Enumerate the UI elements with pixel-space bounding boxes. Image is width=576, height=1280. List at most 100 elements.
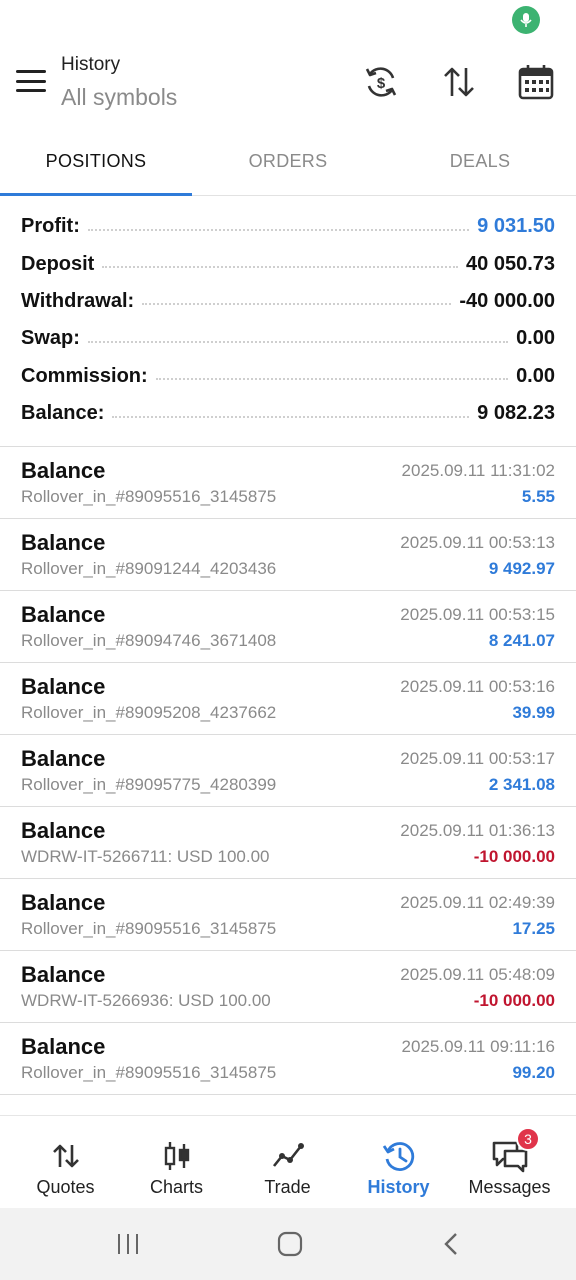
deal-type: Balance xyxy=(21,674,106,699)
deal-type: Balance xyxy=(21,602,106,627)
summary-row-swap: Swap: 0.00 xyxy=(0,320,576,357)
deal-comment: WDRW-IT-5266711: USD 100.00 xyxy=(21,847,270,866)
withdrawal-value: -40 000.00 xyxy=(451,289,555,313)
deal-amount: 17.25 xyxy=(512,919,555,938)
history-clock-icon xyxy=(379,1138,419,1174)
withdrawal-label: Withdrawal: xyxy=(21,289,143,313)
summary-row-profit: Profit: 9 031.50 xyxy=(0,208,576,245)
deal-type: Balance xyxy=(21,962,106,987)
summary-row-withdrawal: Withdrawal: -40 000.00 xyxy=(0,283,576,320)
deals-list[interactable]: Balance Rollover_in_#89095516_3145875 20… xyxy=(0,447,576,1115)
deal-time: 2025.09.11 02:49:39 xyxy=(400,893,555,912)
deposit-label: Deposit xyxy=(21,252,103,276)
deal-row[interactable]: Balance Rollover_in_#89091244_4203436 20… xyxy=(0,519,576,591)
dotted-leader xyxy=(142,303,452,306)
deal-time: 2025.09.11 01:36:13 xyxy=(400,821,555,840)
deal-type: Balance xyxy=(21,1034,106,1059)
deal-amount: -10 000.00 xyxy=(473,847,555,866)
deal-comment: Rollover_in_#89095208_4237662 xyxy=(21,703,277,722)
commission-label: Commission: xyxy=(21,364,156,388)
nav-history[interactable]: History xyxy=(341,1116,456,1209)
system-navigation-bar xyxy=(0,1208,576,1280)
deal-type: Balance xyxy=(21,458,106,483)
deal-type: Balance xyxy=(21,530,106,555)
page-title: History xyxy=(61,54,121,75)
deal-comment: Rollover_in_#89095516_3145875 xyxy=(21,487,277,506)
deal-type: Balance xyxy=(21,890,106,915)
dotted-leader xyxy=(87,340,509,343)
nav-label: Messages xyxy=(468,1177,551,1197)
sort-icon[interactable] xyxy=(439,62,479,102)
summary-row-deposit: Deposit 40 050.73 xyxy=(0,245,576,282)
deal-amount: 2 341.08 xyxy=(488,775,555,794)
tab-orders[interactable]: ORDERS xyxy=(192,126,384,196)
deal-time: 2025.09.11 11:31:02 xyxy=(401,461,555,480)
dotted-leader xyxy=(112,415,470,418)
recent-apps-icon[interactable] xyxy=(108,1228,148,1260)
dotted-leader xyxy=(87,228,470,231)
balance-label: Balance: xyxy=(21,402,113,426)
nav-label: Trade xyxy=(264,1177,311,1197)
calendar-icon[interactable] xyxy=(516,62,556,102)
deal-row[interactable]: Balance Rollover_in_#89095516_3145875 20… xyxy=(0,879,576,951)
currency-refresh-icon[interactable]: $ xyxy=(361,62,401,102)
symbol-filter[interactable]: All symbols xyxy=(61,84,177,111)
nav-charts[interactable]: Charts xyxy=(119,1116,234,1209)
deal-amount: 5.55 xyxy=(521,487,555,506)
deal-comment: Rollover_in_#89095775_4280399 xyxy=(21,775,277,794)
deal-comment: Rollover_in_#89091244_4203436 xyxy=(21,559,277,578)
microphone-indicator-icon xyxy=(512,6,540,34)
deal-row[interactable]: Balance WDRW-IT-5266711: USD 100.00 2025… xyxy=(0,807,576,879)
nav-label: Quotes xyxy=(36,1177,95,1197)
balance-value: 9 082.23 xyxy=(469,402,555,426)
deal-row[interactable]: Balance Rollover_in_#89095516_3145875 20… xyxy=(0,447,576,519)
app-header: History All symbols $ xyxy=(0,40,576,126)
deal-row[interactable]: Balance WDRW-IT-5266936: USD 100.00 2025… xyxy=(0,951,576,1023)
history-tabs: POSITIONS ORDERS DEALS xyxy=(0,126,576,196)
menu-icon[interactable] xyxy=(14,66,48,96)
deal-time: 2025.09.11 00:53:15 xyxy=(400,605,555,624)
profit-label: Profit: xyxy=(21,215,88,239)
status-bar xyxy=(0,0,576,40)
deal-time: 2025.09.11 00:53:16 xyxy=(400,677,555,696)
bottom-navigation: Quotes Charts Trade History 3 Messages xyxy=(0,1115,576,1208)
deal-row[interactable]: Balance Rollover_in_#89094746_3671408 20… xyxy=(0,591,576,663)
deal-amount: 8 241.07 xyxy=(488,631,555,650)
deal-amount: 39.99 xyxy=(512,703,555,722)
deal-comment: Rollover_in_#89094746_3671408 xyxy=(21,631,277,650)
deal-type: Balance xyxy=(21,818,106,843)
trade-line-icon xyxy=(268,1138,308,1174)
back-icon[interactable] xyxy=(432,1228,472,1260)
home-icon[interactable] xyxy=(270,1228,310,1260)
deal-amount: 99.20 xyxy=(512,1063,555,1082)
nav-quotes[interactable]: Quotes xyxy=(8,1116,123,1209)
deal-row[interactable]: Balance Rollover_in_#89095516_3145875 20… xyxy=(0,1023,576,1095)
deal-comment: Rollover_in_#89095516_3145875 xyxy=(21,1063,277,1082)
dotted-leader xyxy=(102,266,459,269)
nav-messages[interactable]: 3 Messages xyxy=(452,1116,567,1209)
deal-comment: Rollover_in_#89095516_3145875 xyxy=(21,919,277,938)
nav-label: Charts xyxy=(149,1177,203,1197)
summary-panel: Profit: 9 031.50 Deposit 40 050.73 Withd… xyxy=(0,208,576,432)
tab-deals[interactable]: DEALS xyxy=(384,126,576,196)
tab-positions[interactable]: POSITIONS xyxy=(0,126,192,196)
summary-row-balance: Balance: 9 082.23 xyxy=(0,395,576,432)
swap-label: Swap: xyxy=(21,327,88,351)
active-tab-indicator xyxy=(0,193,192,196)
deal-time: 2025.09.11 09:11:16 xyxy=(401,1037,555,1056)
deal-time: 2025.09.11 05:48:09 xyxy=(400,965,555,984)
nav-trade[interactable]: Trade xyxy=(230,1116,345,1209)
deal-row[interactable]: Balance Rollover_in_#89095208_4237662 20… xyxy=(0,663,576,735)
quotes-icon xyxy=(46,1138,86,1174)
deal-time: 2025.09.11 00:53:13 xyxy=(400,533,555,552)
nav-label: History xyxy=(367,1177,430,1197)
deal-row[interactable]: Balance Rollover_in_#89095775_4280399 20… xyxy=(0,735,576,807)
deal-type: Balance xyxy=(21,746,106,771)
messages-badge: 3 xyxy=(516,1127,540,1151)
deal-amount: -10 000.00 xyxy=(473,991,555,1010)
profit-value: 9 031.50 xyxy=(469,215,555,239)
deal-time: 2025.09.11 00:53:17 xyxy=(400,749,555,768)
commission-value: 0.00 xyxy=(508,364,555,388)
candlestick-chart-icon xyxy=(157,1138,197,1174)
deal-comment: WDRW-IT-5266936: USD 100.00 xyxy=(21,991,271,1010)
